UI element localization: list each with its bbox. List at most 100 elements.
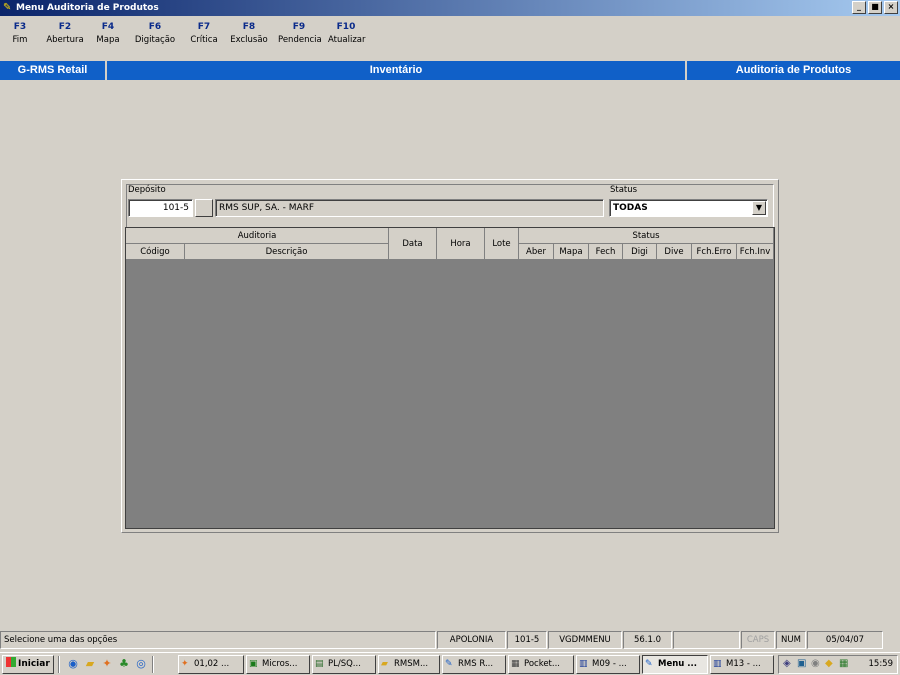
- task-label: Micros...: [262, 659, 298, 669]
- task-label: RMSM...: [394, 659, 429, 669]
- fkey-label: Digitação: [134, 35, 176, 45]
- col-header-fch-inv[interactable]: Fch.Inv: [737, 244, 774, 260]
- col-header-data[interactable]: Data: [389, 228, 437, 260]
- fkey-code: F4: [101, 22, 115, 32]
- fkey-code: F9: [292, 22, 306, 32]
- group-header-status: Status: [519, 228, 774, 244]
- windows-logo-icon: [6, 657, 16, 667]
- status-bar: Selecione uma das opções APOLONIA 101-5 …: [0, 630, 900, 650]
- fkey-label: Pendencia: [278, 35, 322, 45]
- status-store: 101-5: [507, 631, 547, 649]
- folder-icon: ▰: [381, 659, 388, 669]
- group-header-auditoria: Auditoria: [126, 228, 389, 244]
- task-button[interactable]: ✦ 01,02 ...: [178, 655, 244, 674]
- toad-icon[interactable]: ✦: [100, 657, 114, 671]
- task-icon: ✦: [181, 659, 189, 669]
- fkey-fim-button[interactable]: F3 Fim: [0, 20, 40, 60]
- status-num: NUM: [776, 631, 806, 649]
- task-label: Pocket...: [524, 659, 560, 669]
- task-button[interactable]: ✎ RMS R...: [442, 655, 506, 674]
- system-tray: ◈ ▣ ◉ ◆ ▦ 15:59: [778, 655, 898, 674]
- rms-icon: ✎: [445, 659, 453, 669]
- function-key-toolbar: F3 Fim F2 Abertura F4 Mapa F6 Digitação F7 Cr…: [0, 20, 368, 60]
- plsql-icon: ▤: [315, 659, 324, 669]
- status-caps: CAPS: [741, 631, 775, 649]
- network-icon[interactable]: ♣: [117, 657, 131, 671]
- task-label: RMS R...: [458, 659, 494, 669]
- tray-shield-icon[interactable]: ◆: [825, 658, 837, 670]
- word-icon: ▥: [579, 659, 588, 669]
- maximize-button[interactable]: ■: [868, 1, 882, 14]
- deposito-lookup-button[interactable]: [195, 199, 213, 217]
- col-header-mapa[interactable]: Mapa: [554, 244, 589, 260]
- clock[interactable]: 15:59: [869, 656, 894, 673]
- product-name: G-RMS Retail: [17, 64, 88, 76]
- deposito-name-field: RMS SUP, SA. - MARF: [215, 199, 604, 217]
- task-button[interactable]: ▰ RMSM...: [378, 655, 440, 674]
- fkey-code: F7: [197, 22, 211, 32]
- tray-disk-icon[interactable]: ◉: [811, 658, 823, 670]
- task-button[interactable]: ▣ Micros...: [246, 655, 310, 674]
- close-button[interactable]: ×: [884, 1, 898, 14]
- deposito-code-input[interactable]: 101-5: [128, 199, 193, 217]
- minimize-button[interactable]: _: [852, 1, 866, 14]
- status-select[interactable]: TODAS ▼: [609, 199, 768, 217]
- fkey-pendencia-button[interactable]: F9 Pendencia: [274, 20, 324, 60]
- fkey-code: F3: [13, 22, 27, 32]
- task-button[interactable]: ▦ Pocket...: [508, 655, 574, 674]
- col-header-lote[interactable]: Lote: [485, 228, 519, 260]
- col-header-dive[interactable]: Dive: [657, 244, 692, 260]
- task-button-active[interactable]: ✎ Menu ...: [642, 655, 708, 674]
- col-header-aber[interactable]: Aber: [519, 244, 554, 260]
- rms-icon: ✎: [645, 659, 653, 669]
- screen-name: Auditoria de Produtos: [735, 64, 852, 76]
- col-header-fch-erro[interactable]: Fch.Erro: [692, 244, 737, 260]
- chevron-down-icon[interactable]: ▼: [752, 201, 766, 215]
- tray-calendar-icon[interactable]: ▦: [839, 658, 851, 670]
- status-label: Status: [610, 185, 638, 195]
- browser-icon[interactable]: ◎: [134, 657, 148, 671]
- window-titlebar: ✎ Menu Auditoria de Produtos _ ■ ×: [0, 0, 900, 16]
- task-label: Menu ...: [658, 659, 697, 669]
- status-user: APOLONIA: [437, 631, 506, 649]
- fkey-exclusao-button[interactable]: F8 Exclusão: [224, 20, 274, 60]
- tray-monitor-icon[interactable]: ▣: [797, 658, 809, 670]
- grid-body[interactable]: [126, 260, 774, 528]
- fkey-label: Crítica: [190, 35, 218, 45]
- fkey-code: F10: [336, 22, 356, 32]
- fkey-label: Atualizar: [328, 35, 366, 45]
- grid-header: Auditoria Código Descrição Data Hora Lot…: [126, 228, 774, 260]
- ie-icon[interactable]: ◉: [66, 657, 80, 671]
- status-db: VGDMMENU: [548, 631, 622, 649]
- fkey-abertura-button[interactable]: F2 Abertura: [40, 20, 90, 60]
- taskbar: Iniciar ◉ ▰ ✦ ♣ ◎ ✦ 01,02 ... ▣ Micros... …: [0, 652, 900, 675]
- col-header-digi[interactable]: Digi: [623, 244, 657, 260]
- task-label: 01,02 ...: [194, 659, 230, 669]
- folder-icon[interactable]: ▰: [83, 657, 97, 671]
- tray-network-icon[interactable]: ◈: [783, 658, 795, 670]
- fkey-mapa-button[interactable]: F4 Mapa: [90, 20, 126, 60]
- col-header-fech[interactable]: Fech: [589, 244, 623, 260]
- col-header-hora[interactable]: Hora: [437, 228, 485, 260]
- start-button[interactable]: Iniciar: [2, 655, 54, 674]
- col-header-codigo[interactable]: Código: [126, 244, 185, 260]
- fkey-digitacao-button[interactable]: F6 Digitação: [126, 20, 184, 60]
- fkey-label: Abertura: [46, 35, 84, 45]
- status-selected-value: TODAS: [613, 203, 648, 213]
- task-button[interactable]: ▥ M09 - ...: [576, 655, 640, 674]
- fkey-code: F6: [148, 22, 162, 32]
- task-label: M09 - ...: [592, 659, 627, 669]
- taskbar-divider: [152, 656, 154, 673]
- col-header-descricao[interactable]: Descrição: [185, 244, 389, 260]
- fkey-critica-button[interactable]: F7 Crítica: [184, 20, 224, 60]
- task-button[interactable]: ▤ PL/SQ...: [312, 655, 376, 674]
- audit-grid: Auditoria Código Descrição Data Hora Lot…: [125, 227, 775, 529]
- fkey-atualizar-button[interactable]: F10 Atualizar: [324, 20, 368, 60]
- start-label: Iniciar: [18, 659, 50, 669]
- excel-icon: ▣: [249, 659, 258, 669]
- task-button[interactable]: ▥ M13 - ...: [710, 655, 774, 674]
- taskbar-divider: [58, 656, 60, 673]
- status-version: 56.1.0: [623, 631, 672, 649]
- fkey-label: Fim: [12, 35, 28, 45]
- module-header-bar: G-RMS Retail Inventário Auditoria de Pro…: [0, 61, 900, 80]
